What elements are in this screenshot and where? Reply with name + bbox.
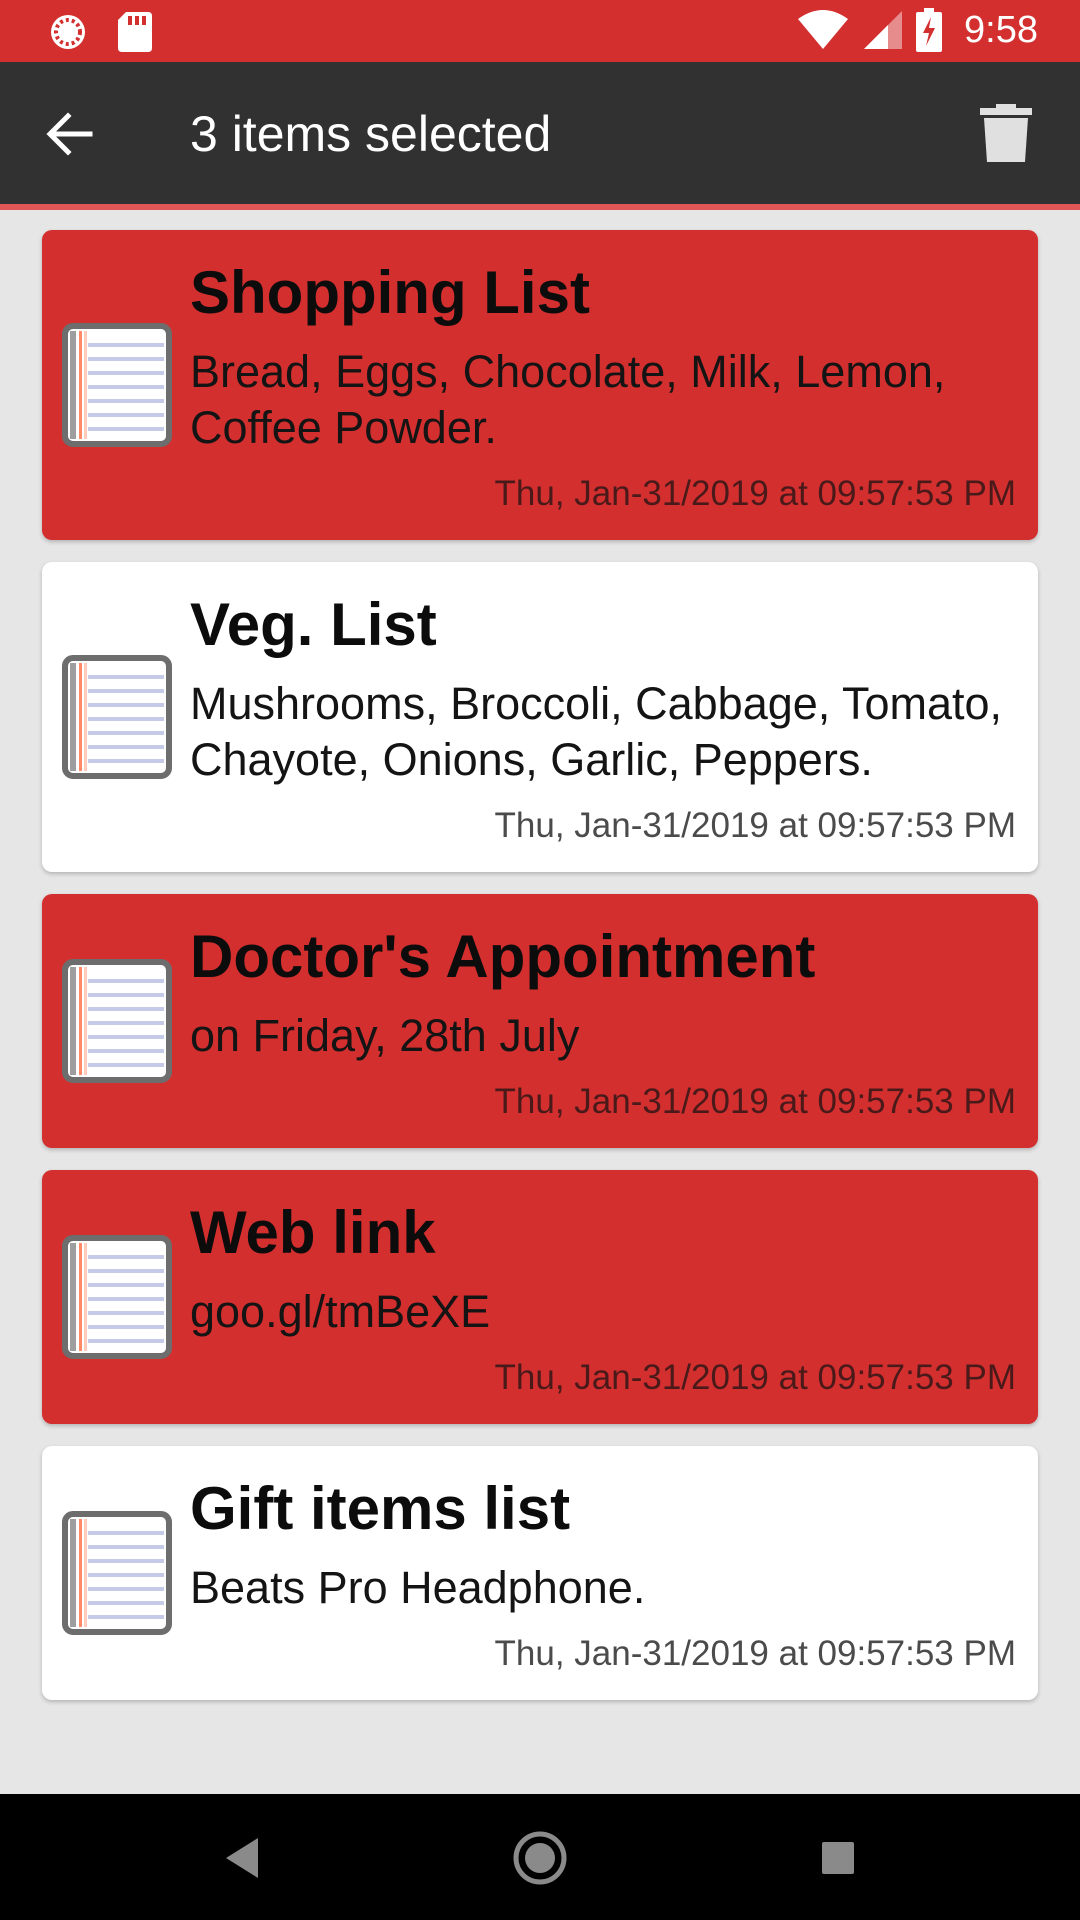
note-card[interactable]: Web link goo.gl/tmBeXE Thu, Jan-31/2019 … xyxy=(42,1170,1038,1424)
note-card[interactable]: Gift items list Beats Pro Headphone. Thu… xyxy=(42,1446,1038,1700)
note-body: goo.gl/tmBeXE xyxy=(190,1286,491,1337)
note-title: Gift items list xyxy=(190,1475,571,1542)
note-title: Doctor's Appointment xyxy=(190,923,816,990)
notebook-icon xyxy=(62,959,172,1083)
battery-charging-icon xyxy=(916,8,943,52)
note-title: Web link xyxy=(190,1199,436,1266)
note-body: Beats Pro Headphone. xyxy=(190,1562,646,1613)
note-date: Thu, Jan-31/2019 at 09:57:53 PM xyxy=(494,806,1016,845)
system-nav-bar xyxy=(0,1794,1080,1920)
sd-card-icon xyxy=(118,12,152,52)
signal-icon xyxy=(864,11,903,49)
selection-count-title: 3 items selected xyxy=(190,106,552,162)
note-body: Mushrooms, Broccoli, Cabbage, Tomato, Ch… xyxy=(190,678,1003,785)
note-body: on Friday, 28th July xyxy=(190,1010,580,1061)
note-date: Thu, Jan-31/2019 at 09:57:53 PM xyxy=(494,474,1016,513)
note-title: Veg. List xyxy=(190,591,437,658)
notebook-icon xyxy=(62,655,172,779)
sync-icon xyxy=(51,15,85,49)
note-card[interactable]: Doctor's Appointment on Friday, 28th Jul… xyxy=(42,894,1038,1148)
clock: 9:58 xyxy=(964,8,1038,51)
wifi-icon xyxy=(798,10,849,49)
note-body: Bread, Eggs, Chocolate, Milk, Lemon, Cof… xyxy=(190,346,946,453)
notebook-icon xyxy=(62,1235,172,1359)
action-toolbar: 3 items selected xyxy=(0,62,1080,204)
note-date: Thu, Jan-31/2019 at 09:57:53 PM xyxy=(494,1358,1016,1397)
notebook-icon xyxy=(62,323,172,447)
home-circle-icon[interactable] xyxy=(510,1828,570,1888)
notes-list: Shopping List Bread, Eggs, Chocolate, Mi… xyxy=(42,230,1038,1722)
note-date: Thu, Jan-31/2019 at 09:57:53 PM xyxy=(494,1634,1016,1673)
notebook-icon xyxy=(62,1511,172,1635)
trash-icon[interactable] xyxy=(980,104,1032,162)
back-triangle-icon[interactable] xyxy=(212,1828,272,1888)
note-card[interactable]: Veg. List Mushrooms, Broccoli, Cabbage, … xyxy=(42,562,1038,872)
note-title: Shopping List xyxy=(190,259,590,326)
note-date: Thu, Jan-31/2019 at 09:57:53 PM xyxy=(494,1082,1016,1121)
recents-square-icon[interactable] xyxy=(808,1828,868,1888)
note-card[interactable]: Shopping List Bread, Eggs, Chocolate, Mi… xyxy=(42,230,1038,540)
status-bar: 9:58 xyxy=(0,0,1080,62)
arrow-back-icon[interactable] xyxy=(42,106,98,162)
